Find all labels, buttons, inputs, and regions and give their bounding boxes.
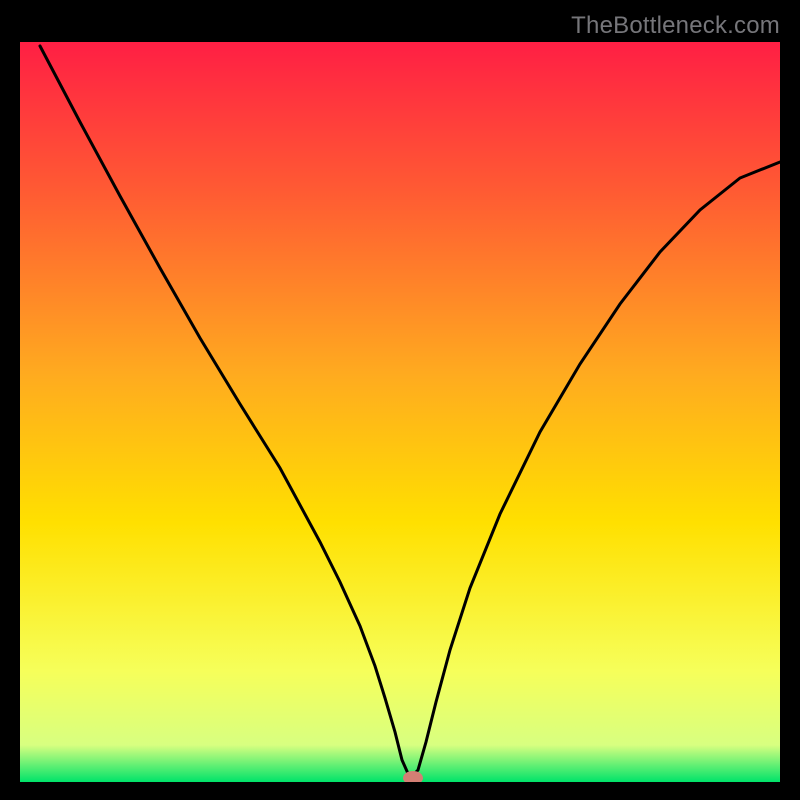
chart-area (20, 42, 780, 782)
chart-svg (20, 42, 780, 782)
watermark-text: TheBottleneck.com (571, 12, 780, 40)
gradient-background (20, 42, 780, 782)
